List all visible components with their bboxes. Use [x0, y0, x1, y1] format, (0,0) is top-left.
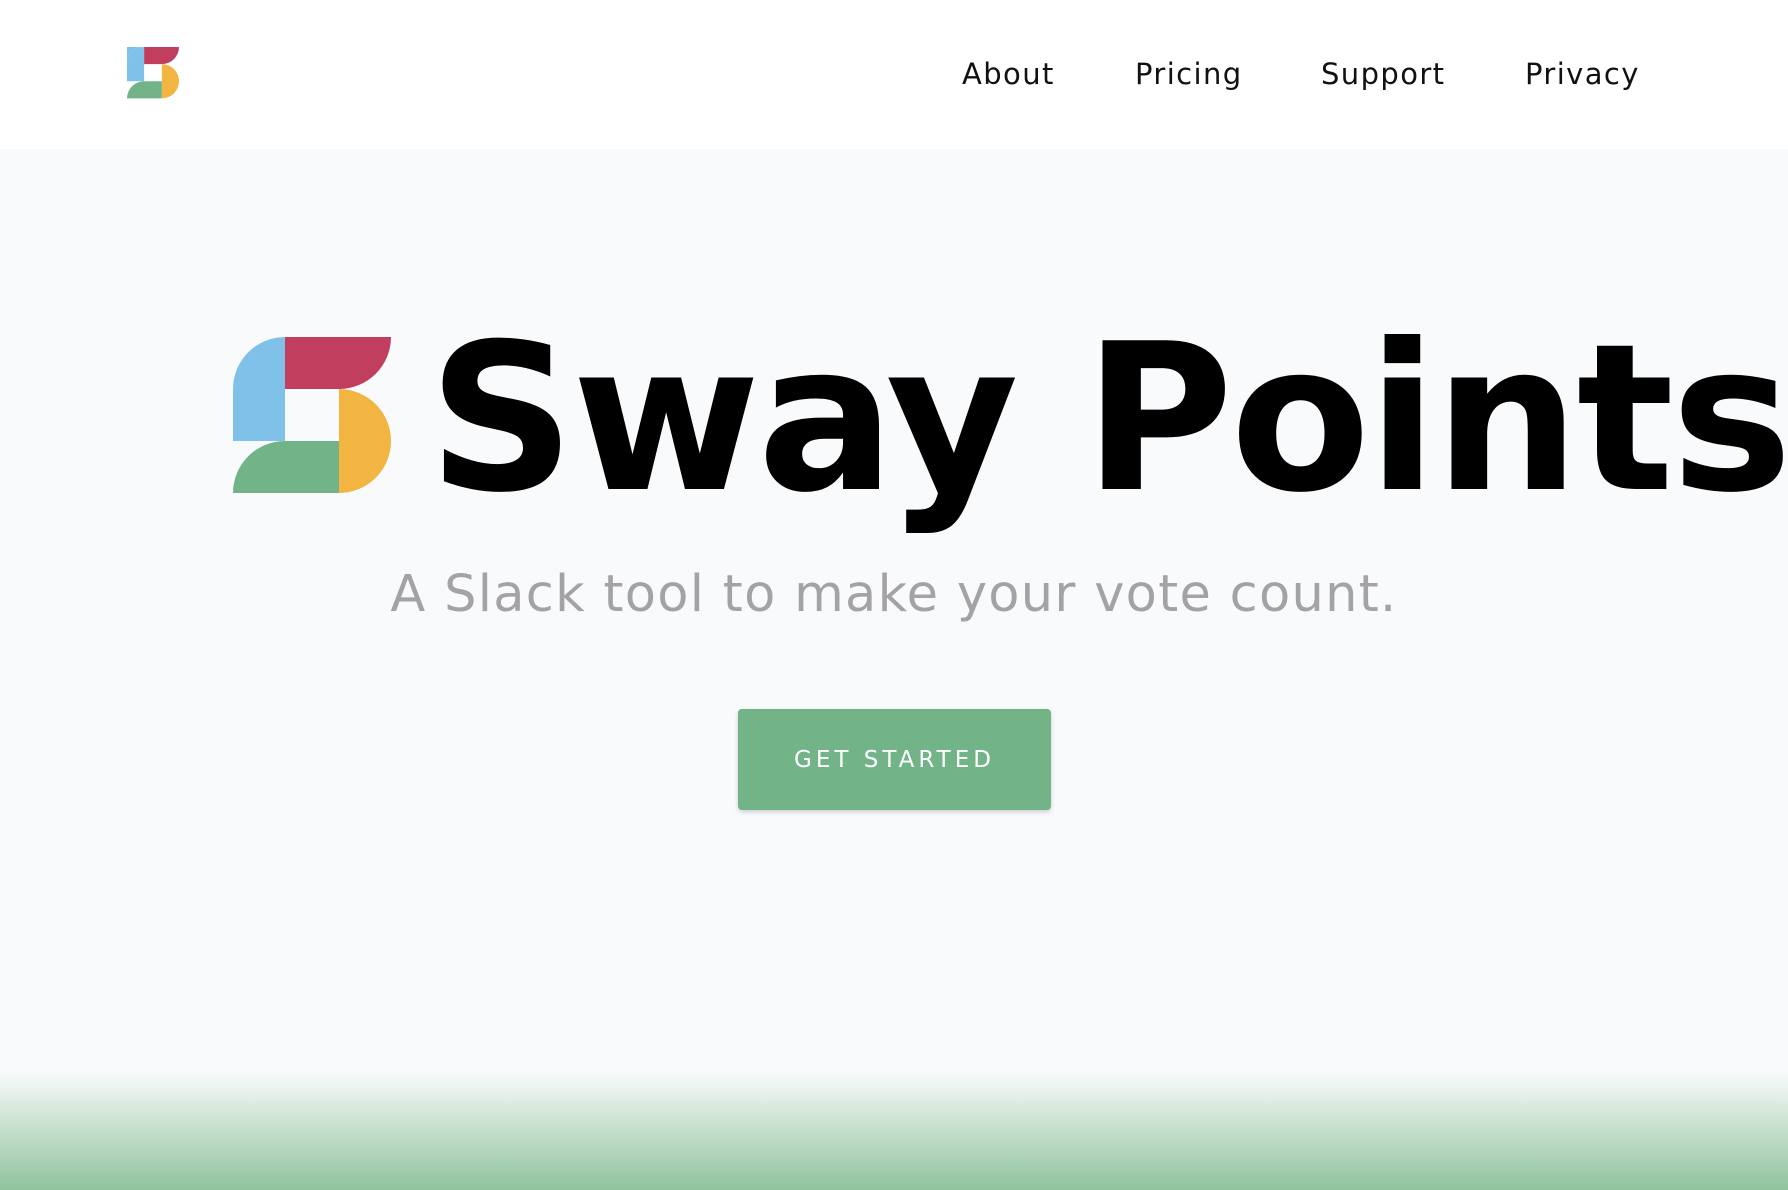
bottom-gradient-band	[0, 1072, 1788, 1190]
site-header: About Pricing Support Privacy	[0, 0, 1788, 149]
hero-logo	[233, 337, 391, 495]
nav-link-privacy[interactable]: Privacy	[1525, 54, 1640, 94]
hero-subtitle: A Slack tool to make your vote count.	[390, 565, 1398, 624]
main-nav: About Pricing Support Privacy	[0, 0, 1788, 149]
get-started-button[interactable]: GET STARTED	[738, 709, 1051, 810]
nav-link-about[interactable]: About	[962, 54, 1055, 94]
hero-title: Sway Points	[428, 301, 1788, 538]
nav-link-pricing[interactable]: Pricing	[1135, 54, 1243, 94]
sway-points-logo-icon	[233, 337, 391, 493]
nav-link-support[interactable]: Support	[1321, 54, 1445, 94]
